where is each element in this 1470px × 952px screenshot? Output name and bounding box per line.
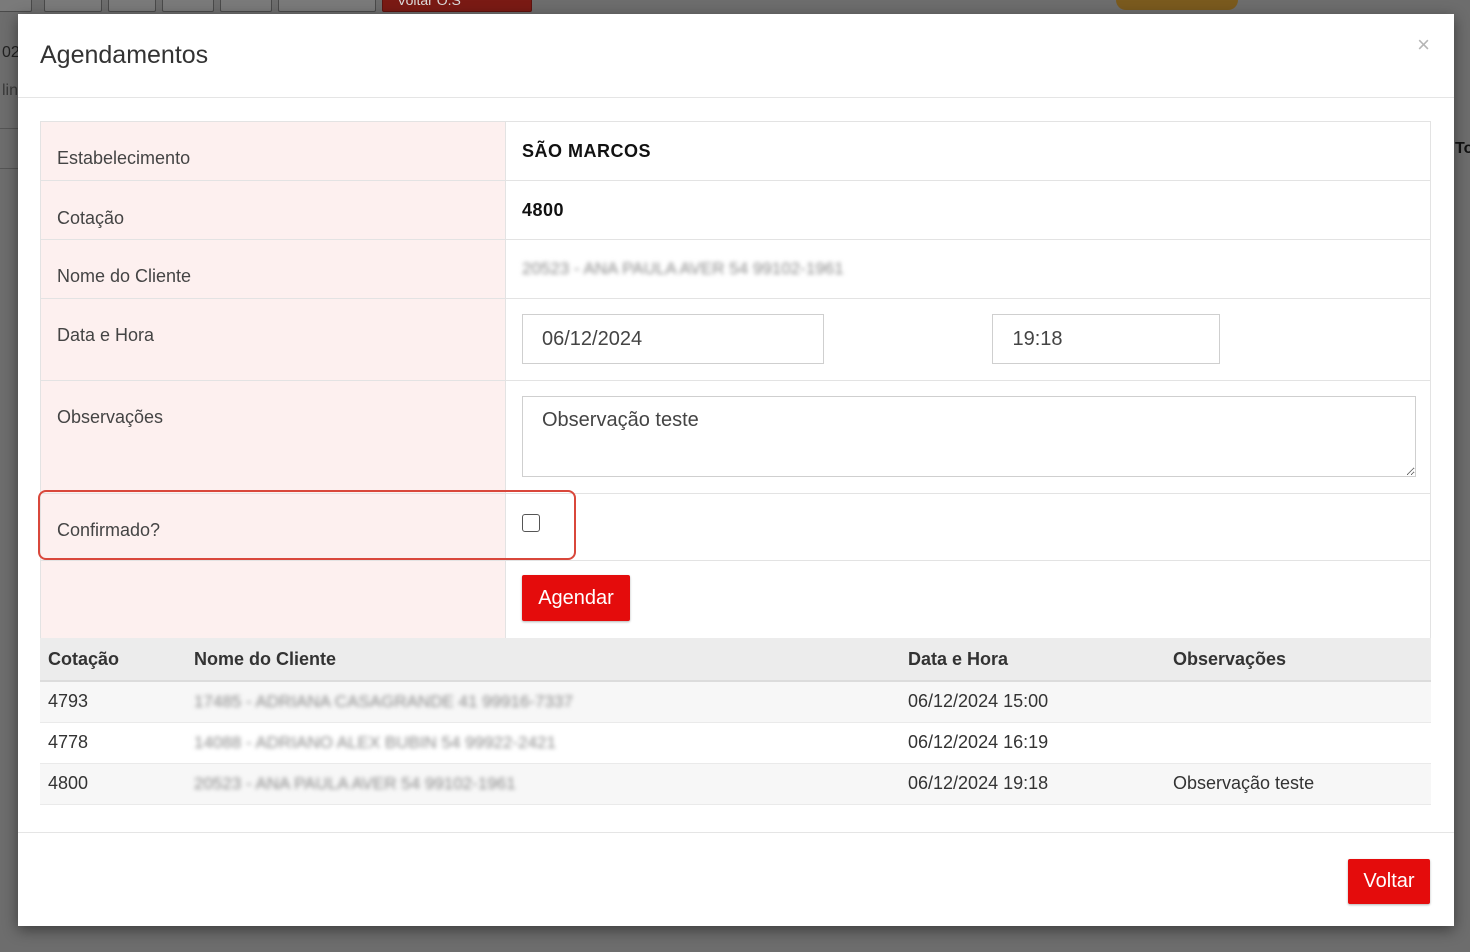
modal-header: Agendamentos × (18, 14, 1454, 98)
cell-observacoes (1165, 722, 1431, 764)
observacoes-textarea[interactable]: Observação teste (522, 396, 1416, 477)
cell-cliente: 20523 - ANA PAULA AVER 54 99102-1961 (194, 774, 516, 793)
cell-observacoes: Observação teste (1165, 763, 1431, 805)
table-row: 4778 14088 - ADRIANO ALEX BUBIN 54 99922… (40, 722, 1431, 764)
background-text: lin (2, 82, 19, 99)
agendamentos-modal: Agendamentos × Estabelecimento SÃO MARCO… (18, 14, 1454, 926)
column-header-data-hora: Data e Hora (900, 638, 1165, 682)
modal-title: Agendamentos (40, 41, 209, 69)
confirmado-label: Confirmado? (40, 493, 506, 561)
cell-data-hora: 06/12/2024 16:19 (900, 722, 1165, 764)
column-header-observacoes: Observações (1165, 638, 1431, 682)
cliente-label: Nome do Cliente (40, 239, 506, 299)
observacoes-label: Observações (40, 380, 506, 494)
table-row: 4800 20523 - ANA PAULA AVER 54 99102-196… (40, 763, 1431, 805)
close-icon[interactable]: × (1417, 34, 1430, 56)
background-divider (0, 168, 18, 169)
form-row-observacoes: Observações Observação teste (40, 380, 1431, 494)
background-toolbar-button (162, 0, 214, 12)
cell-data-hora: 06/12/2024 19:18 (900, 763, 1165, 805)
background-toolbar-button (108, 0, 156, 12)
cell-cotacao: 4793 (40, 681, 186, 723)
background-toolbar: Voltar O.S (0, 0, 1470, 14)
cell-cotacao: 4800 (40, 763, 186, 805)
form-row-submit: Agendar (40, 560, 1431, 639)
modal-footer: Voltar (18, 832, 1454, 926)
background-voltar-os-button: Voltar O.S (382, 0, 532, 12)
background-status-pill (1116, 0, 1238, 10)
cell-cliente: 14088 - ADRIANO ALEX BUBIN 54 99922-2421 (194, 733, 556, 752)
form-row-confirmado: Confirmado? (40, 493, 1431, 561)
agendar-button[interactable]: Agendar (522, 575, 630, 621)
table-header-row: Cotação Nome do Cliente Data e Hora Obse… (40, 638, 1431, 682)
cotacao-label: Cotação (40, 180, 506, 240)
empty-label-cell (40, 560, 506, 639)
cliente-value: 20523 - ANA PAULA AVER 54 99102-1961 (522, 259, 844, 278)
form-row-data-hora: Data e Hora (40, 298, 1431, 381)
time-input[interactable] (992, 314, 1221, 364)
form-row-cotacao: Cotação 4800 (40, 180, 1431, 240)
cell-cotacao: 4778 (40, 722, 186, 764)
column-header-cliente: Nome do Cliente (186, 638, 900, 682)
schedule-form: Estabelecimento SÃO MARCOS Cotação 4800 … (40, 121, 1431, 639)
column-header-cotacao: Cotação (40, 638, 186, 682)
background-text: To (1455, 140, 1470, 157)
background-toolbar-button (278, 0, 376, 12)
form-row-cliente: Nome do Cliente 20523 - ANA PAULA AVER 5… (40, 239, 1431, 299)
cotacao-value: 4800 (522, 200, 565, 220)
estabelecimento-label: Estabelecimento (40, 121, 506, 181)
background-toolbar-button (44, 0, 102, 12)
background-toolbar-button (220, 0, 272, 12)
data-hora-label: Data e Hora (40, 298, 506, 381)
cell-cliente: 17485 - ADRIANA CASAGRANDE 41 99916-7337 (194, 692, 573, 712)
confirmado-checkbox[interactable] (522, 514, 540, 532)
date-input[interactable] (522, 314, 824, 364)
cell-data-hora: 06/12/2024 15:00 (900, 681, 1165, 723)
background-toolbar-button (0, 0, 32, 12)
voltar-button[interactable]: Voltar (1348, 859, 1430, 904)
form-row-estabelecimento: Estabelecimento SÃO MARCOS (40, 121, 1431, 181)
estabelecimento-value: SÃO MARCOS (522, 141, 652, 161)
agendamentos-table: Cotação Nome do Cliente Data e Hora Obse… (40, 638, 1431, 805)
background-divider (0, 128, 18, 129)
cell-observacoes (1165, 681, 1431, 723)
table-row: 4793 17485 - ADRIANA CASAGRANDE 41 99916… (40, 681, 1431, 723)
